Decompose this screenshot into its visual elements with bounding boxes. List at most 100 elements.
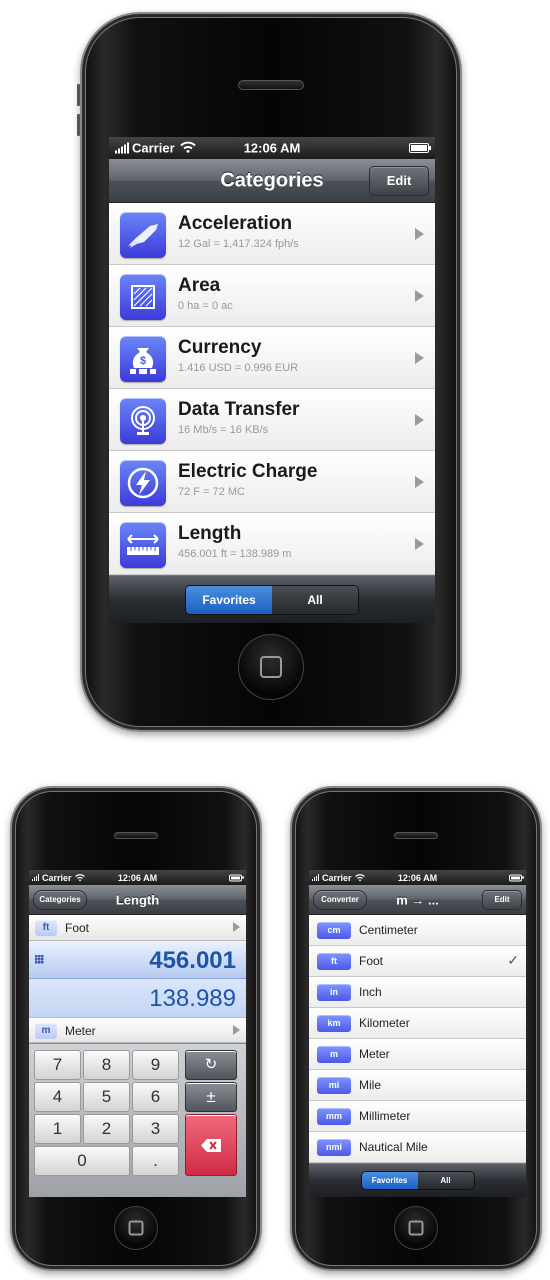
unit-badge: nmi [317, 1139, 351, 1156]
checkmark-icon: ✓ [507, 952, 519, 968]
category-name: Data Transfer [178, 399, 300, 420]
list-item[interactable]: Acceleration 12 Gal = 1,417.324 fph/s [109, 203, 435, 265]
back-button[interactable]: Categories [33, 889, 87, 910]
navigation-bar: Categories Edit [109, 159, 435, 203]
key-9[interactable]: 9 [132, 1050, 179, 1080]
key-1[interactable]: 1 [34, 1114, 81, 1144]
keypad-grid-icon [35, 955, 44, 964]
list-item[interactable]: Length 456.001 ft = 138.989 m [109, 513, 435, 575]
chevron-right-icon [415, 352, 424, 364]
currency-icon: $ [120, 336, 166, 382]
volume-button [77, 114, 80, 136]
battery-icon [409, 143, 431, 153]
category-list: Acceleration 12 Gal = 1,417.324 fph/s Ar… [109, 203, 435, 575]
unit-name: Inch [359, 985, 382, 999]
list-item[interactable]: ft Foot ✓ [309, 946, 526, 977]
tab-favorites[interactable]: Favorites [186, 586, 272, 614]
unit-name: Meter [359, 1047, 390, 1061]
tab-all[interactable]: All [272, 586, 358, 614]
speaker-grille [238, 80, 304, 90]
unit-badge: ft [35, 920, 57, 936]
unit-picker-phone: Carrier 12:06 AM m → ... Converter Edit … [290, 786, 542, 1271]
tab-all[interactable]: All [417, 1172, 474, 1189]
swap-units-button[interactable]: ↻ [185, 1050, 237, 1080]
home-button[interactable] [238, 634, 304, 700]
volume-button [77, 84, 80, 106]
chevron-right-icon [233, 922, 240, 932]
category-example: 0 ha = 0 ac [178, 300, 233, 312]
key-7[interactable]: 7 [34, 1050, 81, 1080]
electric-charge-icon [120, 460, 166, 506]
category-name: Electric Charge [178, 461, 318, 482]
category-name: Area [178, 275, 221, 296]
list-item[interactable]: Data Transfer 16 Mb/s = 16 KB/s [109, 389, 435, 451]
list-item[interactable]: mm Millimeter [309, 1101, 526, 1132]
status-bar: Carrier 12:06 AM [109, 137, 435, 159]
length-icon [120, 522, 166, 568]
to-unit-row[interactable]: m Meter [29, 1017, 246, 1043]
battery-icon [229, 874, 244, 881]
backspace-icon [201, 1139, 221, 1152]
key-decimal[interactable]: . [132, 1146, 179, 1176]
svg-text:$: $ [140, 355, 146, 367]
list-item[interactable]: nmi Nautical Mile [309, 1132, 526, 1163]
delete-button[interactable] [185, 1114, 237, 1176]
unit-name: Centimeter [359, 923, 418, 937]
key-6[interactable]: 6 [132, 1082, 179, 1112]
category-example: 456.001 ft = 138.989 m [178, 548, 292, 560]
category-example: 16 Mb/s = 16 KB/s [178, 424, 269, 436]
area-icon [120, 274, 166, 320]
unit-name: Nautical Mile [359, 1140, 428, 1154]
chevron-right-icon [233, 1025, 240, 1035]
battery-icon [509, 874, 524, 881]
list-item[interactable]: Area 0 ha = 0 ac [109, 265, 435, 327]
unit-name: Foot [359, 954, 384, 968]
plus-minus-button[interactable]: ± [185, 1082, 237, 1112]
back-button[interactable]: Converter [313, 889, 367, 910]
unit-badge: ft [317, 953, 351, 970]
unit-picker-screen: Carrier 12:06 AM m → ... Converter Edit … [309, 870, 526, 1197]
list-item[interactable]: cm Centimeter [309, 915, 526, 946]
data-transfer-icon [120, 398, 166, 444]
list-item[interactable]: Electric Charge 72 F = 72 MC [109, 451, 435, 513]
converter-screen: Carrier 12:06 AM Length Categories ft Fo… [29, 870, 246, 1197]
status-bar: Carrier 12:06 AM [309, 870, 526, 885]
key-2[interactable]: 2 [83, 1114, 130, 1144]
list-item[interactable]: in Inch [309, 977, 526, 1008]
result-value: 138.989 [149, 985, 236, 1012]
unit-badge: m [35, 1023, 57, 1039]
unit-name: Mile [359, 1078, 382, 1092]
category-example: 72 F = 72 MC [178, 486, 245, 498]
chevron-right-icon [415, 228, 424, 240]
navigation-bar: m → ... Converter Edit [309, 885, 526, 915]
unit-list: cm Centimeter ft Foot ✓ in Inch km Kilometer m Met… [309, 915, 526, 1163]
key-4[interactable]: 4 [34, 1082, 81, 1112]
speaker-grille [394, 832, 438, 839]
edit-button[interactable]: Edit [369, 165, 429, 196]
list-item[interactable]: mi Mile [309, 1070, 526, 1101]
list-item[interactable]: $ Currency 1.416 USD = 0.996 EUR [109, 327, 435, 389]
home-button[interactable] [114, 1206, 158, 1250]
unit-badge: km [317, 1015, 351, 1032]
navigation-bar: Length Categories [29, 885, 246, 915]
key-3[interactable]: 3 [132, 1114, 179, 1144]
unit-name: Kilometer [359, 1016, 410, 1030]
category-example: 1.416 USD = 0.996 EUR [178, 362, 299, 374]
favorites-all-segmented-control: Favorites All [360, 1171, 475, 1190]
from-unit-row[interactable]: ft Foot [29, 915, 246, 941]
input-value: 456.001 [149, 947, 236, 974]
tab-favorites[interactable]: Favorites [361, 1172, 418, 1189]
input-value-field[interactable]: 456.001 [29, 941, 246, 979]
unit-name: Millimeter [359, 1109, 411, 1123]
key-8[interactable]: 8 [83, 1050, 130, 1080]
unit-name: Meter [65, 1024, 96, 1038]
key-5[interactable]: 5 [83, 1082, 130, 1112]
list-item[interactable]: m Meter [309, 1039, 526, 1070]
key-0[interactable]: 0 [34, 1146, 130, 1176]
edit-button[interactable]: Edit [482, 889, 522, 910]
home-button[interactable] [394, 1206, 438, 1250]
bottom-toolbar: Favorites All [109, 575, 435, 623]
list-item[interactable]: km Kilometer [309, 1008, 526, 1039]
bottom-toolbar: Favorites All [309, 1163, 526, 1197]
category-example: 12 Gal = 1,417.324 fph/s [178, 238, 299, 250]
